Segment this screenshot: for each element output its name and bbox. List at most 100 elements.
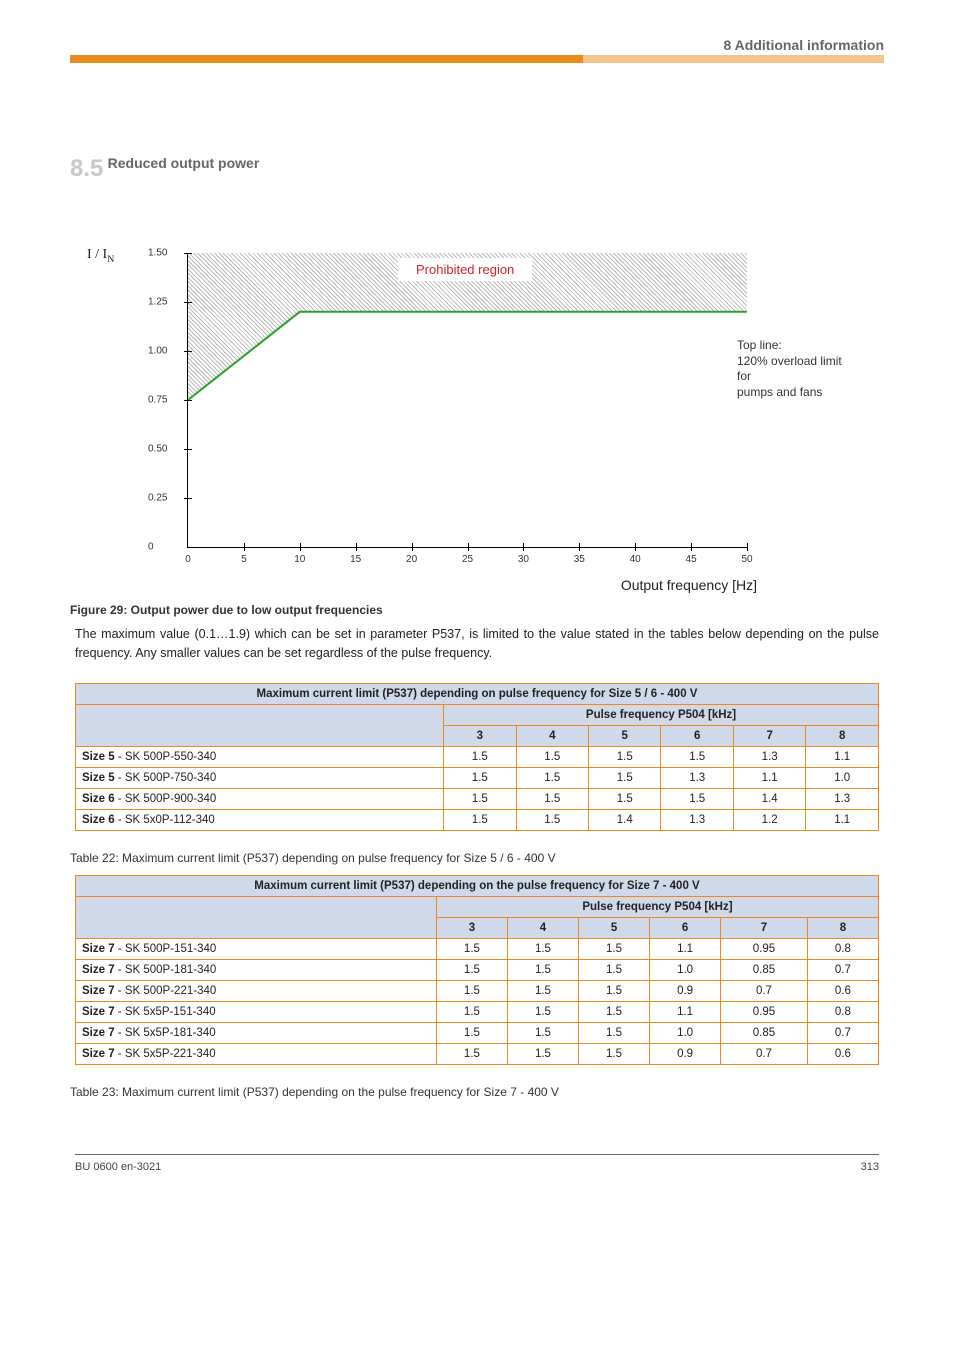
table1-row-0-col-2: 1.5 — [589, 746, 661, 767]
table2-row-3-col-5: 0.8 — [807, 1001, 878, 1022]
table1-row-2-col-1: 1.5 — [516, 788, 588, 809]
table2-freq-3: 6 — [650, 917, 721, 938]
table1-caption: Table 22: Maximum current limit (P537) d… — [70, 851, 954, 865]
table1-row-1-col-2: 1.5 — [589, 767, 661, 788]
table1-freq-2: 5 — [589, 725, 661, 746]
table1-row-3-col-2: 1.4 — [589, 809, 661, 830]
chart-ylabel: I / IN — [87, 247, 114, 265]
xtick-5: 5 — [241, 554, 247, 565]
table1-empty-corner — [76, 704, 444, 746]
chart-side-note: Top line:120% overload limit forpumps an… — [737, 338, 847, 400]
table-size56: Maximum current limit (P537) depending o… — [75, 683, 879, 831]
table1-row-2-col-2: 1.5 — [589, 788, 661, 809]
table2-row-2-col-2: 1.5 — [579, 980, 650, 1001]
table1-row-0-col-0: 1.5 — [444, 746, 516, 767]
table1-row-0-col-5: 1.1 — [806, 746, 879, 767]
table2-freq-1: 4 — [507, 917, 578, 938]
table2-row-0-col-3: 1.1 — [650, 938, 721, 959]
table2-row-5-col-0: 1.5 — [436, 1043, 507, 1064]
table2-row-0-label: Size 7 - SK 500P-151-340 — [76, 938, 437, 959]
table2-row-3-col-2: 1.5 — [579, 1001, 650, 1022]
table1-freq-3: 6 — [661, 725, 733, 746]
table2-freq-2: 5 — [579, 917, 650, 938]
table2-empty-corner — [76, 896, 437, 938]
table1-row-0-col-1: 1.5 — [516, 746, 588, 767]
ytick-075: 0.75 — [148, 395, 167, 406]
section-title: Reduced output power — [108, 155, 260, 171]
table1-row-1-col-3: 1.3 — [661, 767, 733, 788]
table1-freq-header: Pulse frequency P504 [kHz] — [444, 704, 879, 725]
table1-row-3-col-4: 1.2 — [733, 809, 805, 830]
xtick-10: 10 — [294, 554, 305, 565]
table2-row-3-col-4: 0.95 — [721, 1001, 808, 1022]
table1-row-2-col-5: 1.3 — [806, 788, 879, 809]
section-number: 8.5 — [70, 155, 104, 183]
table2-row-0-col-2: 1.5 — [579, 938, 650, 959]
table1-row-1-col-4: 1.1 — [733, 767, 805, 788]
table2-row-1-label: Size 7 - SK 500P-181-340 — [76, 959, 437, 980]
ytick-025: 0.25 — [148, 492, 167, 503]
table2-row-4-col-3: 1.0 — [650, 1022, 721, 1043]
table2-row-3-col-1: 1.5 — [507, 1001, 578, 1022]
table1-freq-0: 3 — [444, 725, 516, 746]
table2-row-0-col-1: 1.5 — [507, 938, 578, 959]
table2-row-5-col-3: 0.9 — [650, 1043, 721, 1064]
ytick-100: 1.00 — [148, 345, 167, 356]
table1-row-1-col-0: 1.5 — [444, 767, 516, 788]
table2-row-4-label: Size 7 - SK 5x5P-181-340 — [76, 1022, 437, 1043]
curve-line — [188, 253, 747, 547]
table1-row-2-col-3: 1.5 — [661, 788, 733, 809]
xtick-45: 45 — [686, 554, 697, 565]
table-size7: Maximum current limit (P537) depending o… — [75, 875, 879, 1065]
table2-row-3-label: Size 7 - SK 5x5P-151-340 — [76, 1001, 437, 1022]
table2-row-5-col-1: 1.5 — [507, 1043, 578, 1064]
section-heading: 8.5 Reduced output power — [70, 155, 954, 183]
xtick-50: 50 — [741, 554, 752, 565]
table2-row-2-label: Size 7 - SK 500P-221-340 — [76, 980, 437, 1001]
table2-freq-0: 3 — [436, 917, 507, 938]
table1-row-1-label: Size 5 - SK 500P-750-340 — [76, 767, 444, 788]
xtick-25: 25 — [462, 554, 473, 565]
table2-row-2-col-5: 0.6 — [807, 980, 878, 1001]
table2-row-3-col-0: 1.5 — [436, 1001, 507, 1022]
table1-row-3-col-1: 1.5 — [516, 809, 588, 830]
table2-row-5-col-4: 0.7 — [721, 1043, 808, 1064]
table2-row-5-col-5: 0.6 — [807, 1043, 878, 1064]
chart-xlabel: Output frequency [Hz] — [621, 577, 757, 593]
table2-freq-header: Pulse frequency P504 [kHz] — [436, 896, 878, 917]
table1-row-2-col-0: 1.5 — [444, 788, 516, 809]
table2-caption: Table 23: Maximum current limit (P537) d… — [70, 1085, 954, 1099]
table2-row-0-col-0: 1.5 — [436, 938, 507, 959]
xtick-20: 20 — [406, 554, 417, 565]
table2-freq-5: 8 — [807, 917, 878, 938]
table2-row-2-col-0: 1.5 — [436, 980, 507, 1001]
table2-row-1-col-4: 0.85 — [721, 959, 808, 980]
table2-row-1-col-3: 1.0 — [650, 959, 721, 980]
xtick-15: 15 — [350, 554, 361, 565]
header-title: 8 Additional information — [724, 37, 884, 53]
table2-row-5-label: Size 7 - SK 5x5P-221-340 — [76, 1043, 437, 1064]
table2-row-4-col-5: 0.7 — [807, 1022, 878, 1043]
table2-row-0-col-5: 0.8 — [807, 938, 878, 959]
table1-row-2-col-4: 1.4 — [733, 788, 805, 809]
xtick-35: 35 — [574, 554, 585, 565]
table2-title: Maximum current limit (P537) depending o… — [76, 875, 879, 896]
table1-row-3-label: Size 6 - SK 5x0P-112-340 — [76, 809, 444, 830]
table2-row-4-col-1: 1.5 — [507, 1022, 578, 1043]
chart-figure: I / IN Prohibited region 0 0.25 0.50 0.7… — [137, 213, 817, 583]
table1-row-3-col-0: 1.5 — [444, 809, 516, 830]
table2-row-0-col-4: 0.95 — [721, 938, 808, 959]
prohibited-label: Prohibited region — [398, 258, 532, 281]
figure-caption: Figure 29: Output power due to low outpu… — [70, 603, 954, 617]
table1-row-0-col-3: 1.5 — [661, 746, 733, 767]
table1-row-2-label: Size 6 - SK 500P-900-340 — [76, 788, 444, 809]
table2-row-2-col-1: 1.5 — [507, 980, 578, 1001]
table1-freq-4: 7 — [733, 725, 805, 746]
table2-row-2-col-3: 0.9 — [650, 980, 721, 1001]
table1-row-1-col-1: 1.5 — [516, 767, 588, 788]
xtick-30: 30 — [518, 554, 529, 565]
table2-row-1-col-1: 1.5 — [507, 959, 578, 980]
ytick-050: 0.50 — [148, 444, 167, 455]
table2-row-1-col-2: 1.5 — [579, 959, 650, 980]
table2-freq-4: 7 — [721, 917, 808, 938]
